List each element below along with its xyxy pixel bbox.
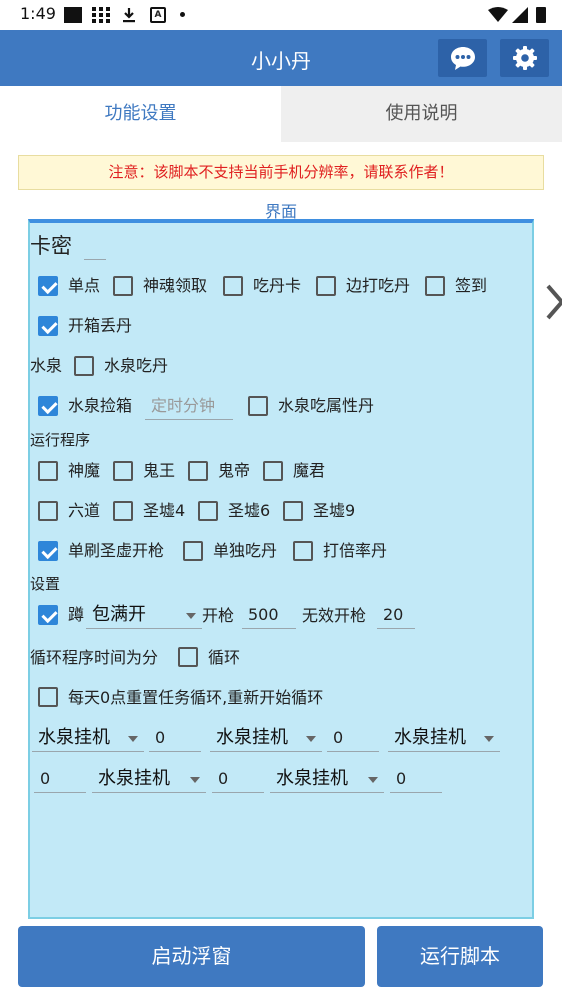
label-eat-pill-alone: 单独吃丹 [213,541,278,560]
fire-value-input[interactable]: 500 [242,603,296,629]
checkbox-fight-eat-pill[interactable] [316,276,336,296]
label-shengxu4: 圣墟4 [143,501,186,520]
start-floating-window-button[interactable]: 启动浮窗 [18,926,365,987]
label-multiplier-pill: 打倍率丹 [323,541,388,560]
invalid-fire-input[interactable]: 20 [377,603,415,629]
label-fight-eat-pill: 边打吃丹 [346,276,411,295]
checkbox-sign-in[interactable] [425,276,445,296]
label-run-program: 运行程序 [30,431,91,449]
checkbox-loop[interactable] [178,647,198,667]
label-guiwang: 鬼王 [143,461,176,480]
chat-button[interactable] [438,39,487,77]
label-settings: 设置 [30,575,61,593]
checkbox-squat[interactable] [38,605,58,625]
task-select-5[interactable]: 水泉挂机 [270,767,384,793]
label-liudao: 六道 [68,501,101,520]
label-invalid-fire: 无效开枪 [302,606,367,625]
checkbox-single-click[interactable] [38,276,58,296]
label-daily-reset: 每天0点重置任务循环,重新开始循环 [68,688,324,707]
checkbox-shenmo[interactable] [38,461,58,481]
label-loop: 循环 [208,648,241,667]
label-squat: 蹲 [68,605,85,624]
task-count-input-3[interactable]: 0 [34,767,86,793]
checkbox-guiwang[interactable] [113,461,133,481]
checkbox-multiplier-pill[interactable] [293,541,313,561]
checkbox-spring-eat-pill[interactable] [74,356,94,376]
checkbox-open-box-drop-pill[interactable] [38,316,58,336]
label-guidi: 鬼帝 [218,461,251,480]
checkbox-spring-attr-pill[interactable] [248,396,268,416]
checkbox-liudao[interactable] [38,501,58,521]
label-pill-card: 吃丹卡 [253,276,302,295]
close-icon[interactable] [546,280,562,320]
checkbox-eat-pill-alone[interactable] [183,541,203,561]
label-fire: 开枪 [202,606,235,625]
card-key-input[interactable] [84,234,106,260]
status-bar: 1:49 A [0,0,562,30]
label-shenmo: 神魔 [68,461,101,480]
timer-minutes-input[interactable]: 定时分钟 [145,394,233,420]
task-count-input-2[interactable]: 0 [327,726,379,752]
checkbox-shengxu6[interactable] [198,501,218,521]
tab-usage-instructions[interactable]: 使用说明 [281,86,562,142]
label-single-click: 单点 [68,276,101,295]
resolution-warning-banner: 注意：该脚本不支持当前手机分辨率，请联系作者！ [18,155,544,190]
task-select-4[interactable]: 水泉挂机 [92,767,206,793]
label-sign-in: 签到 [455,276,488,295]
gear-icon [513,46,537,70]
label-spring-attr-pill: 水泉吃属性丹 [278,396,375,415]
label-water-spring: 水泉 [30,356,63,375]
checkbox-shengxu4[interactable] [113,501,133,521]
app-title-bar: 小小丹 [0,30,562,86]
chat-bubble-icon [451,47,475,70]
checkbox-spring-pick-box[interactable] [38,396,58,416]
card-key-label: 卡密 [30,234,72,258]
checkbox-solo-shengxu-fire[interactable] [38,541,58,561]
notification-a-icon: A [150,7,166,23]
label-soul-claim: 神魂领取 [143,276,208,295]
squat-mode-select[interactable]: 包满开 [86,603,202,629]
checkbox-shengxu9[interactable] [283,501,303,521]
checkbox-daily-reset[interactable] [38,687,58,707]
checkbox-mojun[interactable] [263,461,283,481]
label-shengxu9: 圣墟9 [313,501,356,520]
checkbox-soul-claim[interactable] [113,276,133,296]
download-icon [123,8,135,23]
label-spring-pick-box: 水泉捡箱 [68,396,133,415]
status-time: 1:49 [20,4,56,23]
task-select-2[interactable]: 水泉挂机 [210,726,322,752]
grid-icon [92,7,110,23]
battery-icon [536,7,546,23]
label-loop-time-minutes: 循环程序时间为分 [30,648,159,667]
more-notifications-dot-icon [180,12,185,17]
settings-button[interactable] [500,39,549,77]
label-spring-eat-pill: 水泉吃丹 [104,356,169,375]
label-open-box-drop-pill: 开箱丢丹 [68,316,133,335]
wifi-icon [488,7,508,22]
label-solo-shengxu-fire: 单刷圣虚开枪 [68,541,165,560]
task-select-3[interactable]: 水泉挂机 [388,726,500,752]
app-square-icon [64,7,82,23]
signal-icon [512,7,528,23]
label-shengxu6: 圣墟6 [228,501,271,520]
task-count-input-4[interactable]: 0 [212,767,264,793]
task-count-input-1[interactable]: 0 [149,726,201,752]
task-count-input-5[interactable]: 0 [390,767,442,793]
task-select-1[interactable]: 水泉挂机 [32,726,144,752]
label-mojun: 魔君 [293,461,326,480]
run-script-button[interactable]: 运行脚本 [377,926,543,987]
checkbox-pill-card[interactable] [223,276,243,296]
checkbox-guidi[interactable] [188,461,208,481]
tab-function-settings[interactable]: 功能设置 [0,86,281,142]
